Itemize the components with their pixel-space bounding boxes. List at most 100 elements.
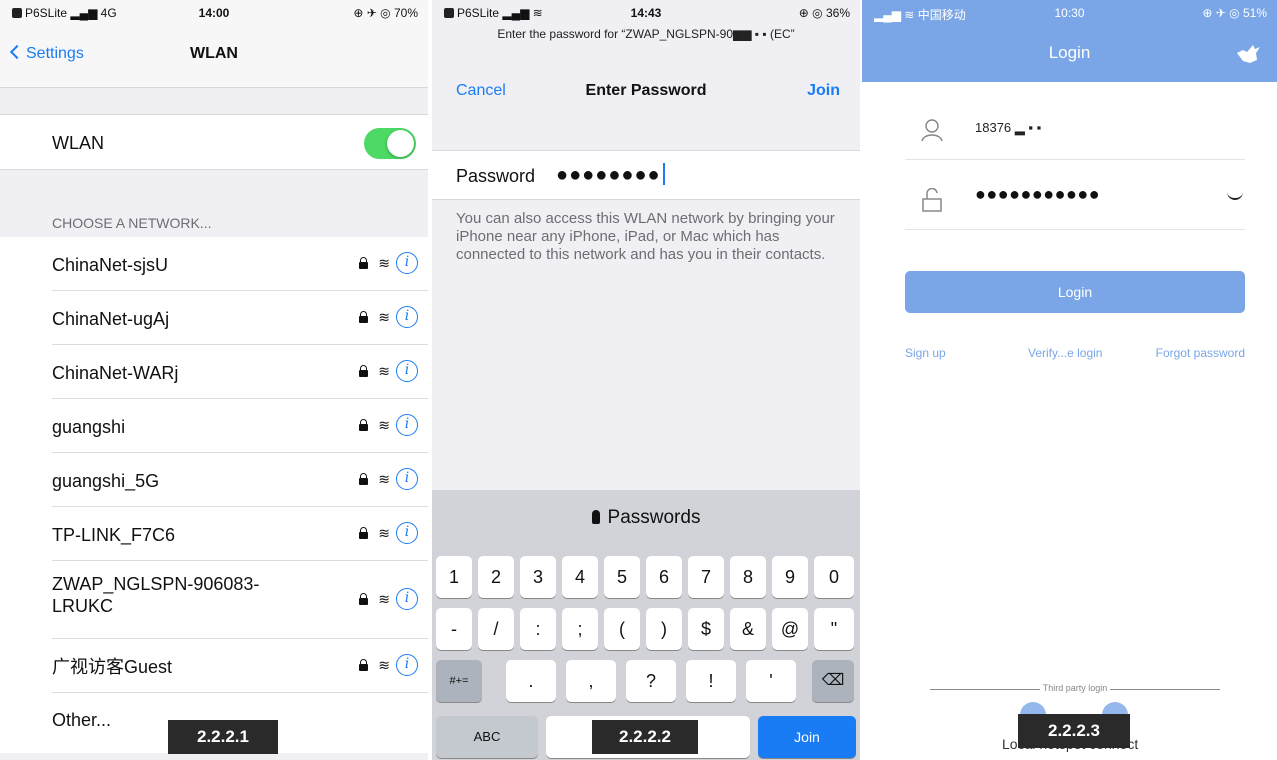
key[interactable]: 1 [436,556,472,598]
nav-bar: Cancel Enter Password Join [432,78,860,114]
network-row[interactable]: guangshi ≋ i [52,399,428,453]
password-value: ●●●●●●●●●●● [975,184,1101,204]
wifi-icon: ≋ [378,471,390,488]
figure-label: 2.2.2.2 [592,720,698,754]
network-name: ChinaNet-ugAj [52,309,170,329]
figure-label: 2.2.2.1 [168,720,278,754]
key[interactable]: ; [562,608,598,650]
network-name: guangshi_5G [52,471,160,491]
status-bar: P6SLite ▂▄▆ 4G 14:00 ⊕ ✈ ◎ 70% [0,0,428,26]
figure-label: 2.2.2.3 [1018,714,1130,748]
wifi-icon: ≋ [378,255,390,272]
key[interactable]: ) [646,608,682,650]
info-icon[interactable]: i [396,360,418,382]
info-icon[interactable]: i [396,588,418,610]
share-hint-text: You can also access this WLAN network by… [456,210,835,263]
login-button[interactable]: Login [905,271,1245,313]
third-party-label: Third party login [1042,683,1108,693]
info-icon[interactable]: i [396,252,418,274]
bird-icon[interactable] [1235,43,1261,65]
password-input[interactable]: ●●●●●●●● [556,163,665,187]
key[interactable]: 9 [772,556,808,598]
login-screen: ▂▄▆ ≋ 中国移动 10:30 ⊕ ✈ ◎ 51% Login 18376 ▂… [862,0,1277,760]
key-icon [591,510,600,524]
divider-line [930,689,1040,690]
key[interactable]: 5 [604,556,640,598]
network-name: TP-LINK_F7C6 [52,525,176,545]
verify-login-link[interactable]: Verify...e login [1028,346,1102,360]
key[interactable]: 4 [562,556,598,598]
network-row[interactable]: ChinaNet-WARj ≋ i [52,345,428,399]
info-icon[interactable]: i [396,522,418,544]
wifi-icon: ≋ [378,309,390,326]
login-links: Sign up Verify...e login Forgot password [905,346,1245,364]
key[interactable]: " [814,608,854,650]
key[interactable]: , [566,660,616,702]
key[interactable]: / [478,608,514,650]
eye-closed-icon[interactable] [1227,192,1243,200]
info-icon[interactable]: i [396,468,418,490]
page-title: WLAN [190,45,238,62]
network-row[interactable]: TP-LINK_F7C6 ≋ i [52,507,428,561]
info-icon[interactable]: i [396,654,418,676]
key[interactable]: 2 [478,556,514,598]
text-caret [662,163,665,185]
key[interactable]: & [730,608,766,650]
page-title: Enter Password [585,82,707,99]
divider-line [1110,689,1220,690]
network-name: 广视访客Guest [52,657,173,677]
network-row[interactable]: ChinaNet-ugAj ≋ i [52,291,428,345]
wlan-toggle-row: WLAN [0,114,428,170]
lock-icon [359,473,369,486]
keyboard-row-digits: 1 2 3 4 5 6 7 8 9 0 [432,556,860,598]
key[interactable]: 6 [646,556,682,598]
password-field-row[interactable]: Password ●●●●●●●● [432,150,860,200]
wifi-icon: ≋ [378,363,390,380]
key[interactable]: 3 [520,556,556,598]
forgot-password-link[interactable]: Forgot password [1156,346,1245,360]
key[interactable]: ? [626,660,676,702]
key[interactable]: @ [772,608,808,650]
lock-icon [359,419,369,432]
network-row[interactable]: 广视访客Guest ≋ i [52,639,428,693]
keyboard-row-symbols: - / : ; ( ) $ & @ " [432,608,860,650]
key[interactable]: 8 [730,556,766,598]
keyboard-row-punct: #+= . , ? ! ' ⌫ [432,660,860,702]
wlan-toggle[interactable] [364,128,416,159]
key[interactable]: ' [746,660,796,702]
key[interactable]: ! [686,660,736,702]
nav-bar: Settings WLAN [0,26,428,88]
keyboard-join-button[interactable]: Join [758,716,856,758]
signup-link[interactable]: Sign up [905,346,946,360]
key[interactable]: - [436,608,472,650]
lock-icon [359,593,369,606]
app-header: ▂▄▆ ≋ 中国移动 10:30 ⊕ ✈ ◎ 51% Login [862,0,1277,82]
password-field[interactable]: ●●●●●●●●●●● [905,170,1245,230]
wifi-icon: ≋ [378,525,390,542]
key[interactable]: ( [604,608,640,650]
abc-key[interactable]: ABC [436,716,538,758]
network-row[interactable]: ChinaNet-sjsU ≋ i [52,237,428,291]
user-icon [921,119,943,142]
username-field[interactable]: 18376 ▂ ▪ ▪ [905,100,1245,160]
network-row[interactable]: guangshi_5G ≋ i [52,453,428,507]
key[interactable]: $ [688,608,724,650]
key[interactable]: 7 [688,556,724,598]
network-list: ChinaNet-sjsU ≋ i ChinaNet-ugAj ≋ i ChinaNet… [0,237,428,753]
section-header: CHOOSE A NETWORK... [52,215,212,231]
join-button[interactable]: Join [807,82,840,100]
passwords-suggestion[interactable]: Passwords [432,500,860,536]
network-name: ChinaNet-sjsU [52,255,169,275]
lock-icon [359,257,369,270]
backspace-icon[interactable]: ⌫ [812,660,854,702]
more-symbols-key[interactable]: #+= [436,660,482,702]
info-icon[interactable]: i [396,414,418,436]
network-row[interactable]: ZWAP_NGLSPN-906083-LRUKC ≋ i [52,561,428,639]
key[interactable]: : [520,608,556,650]
key[interactable]: . [506,660,556,702]
key[interactable]: 0 [814,556,854,598]
lock-icon [359,659,369,672]
info-icon[interactable]: i [396,306,418,328]
third-party-login-divider: Third party login [930,683,1220,697]
wifi-icon: ≋ [378,657,390,674]
